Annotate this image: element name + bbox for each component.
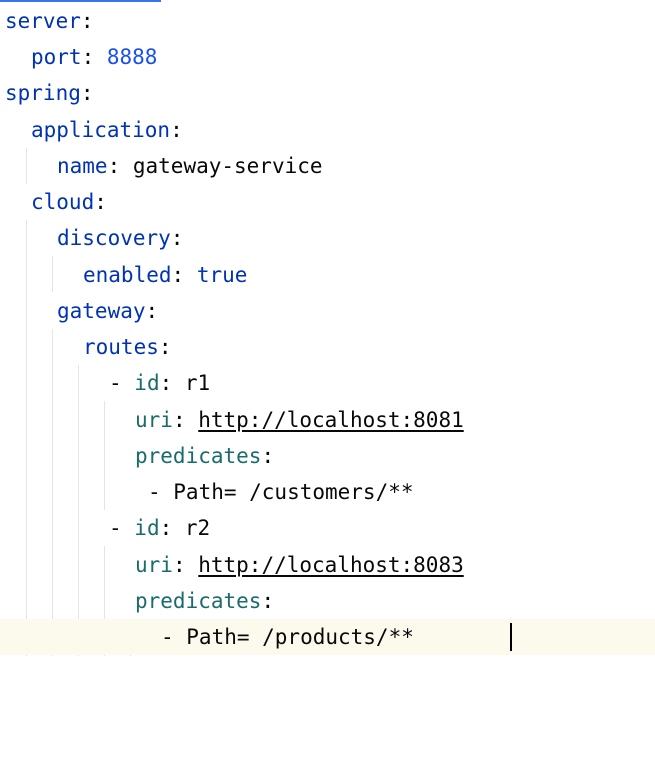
url-link[interactable]: http://localhost:8083 bbox=[198, 553, 464, 577]
yaml-key: predicates bbox=[135, 444, 262, 468]
url-link[interactable]: http://localhost:8081 bbox=[198, 408, 464, 432]
yaml-list-value: - Path= /products/** bbox=[161, 625, 414, 649]
code-line[interactable]: spring: bbox=[0, 75, 655, 111]
yaml-separator: : bbox=[170, 118, 183, 142]
yaml-key: id bbox=[134, 371, 160, 395]
code-line[interactable]: routes: bbox=[0, 329, 655, 365]
yaml-key: application bbox=[31, 118, 171, 142]
code-line[interactable]: predicates: bbox=[0, 583, 655, 619]
code-line[interactable]: gateway: bbox=[0, 293, 655, 329]
yaml-key: uri bbox=[135, 408, 173, 432]
current-code-line[interactable]: - Path= /products/** bbox=[0, 619, 655, 655]
yaml-key: server bbox=[5, 9, 81, 33]
yaml-separator: : bbox=[261, 444, 275, 468]
yaml-key: gateway bbox=[57, 299, 146, 323]
yaml-separator: : bbox=[80, 9, 94, 33]
yaml-separator: : bbox=[81, 45, 107, 69]
yaml-string-value: r2 bbox=[184, 516, 211, 540]
yaml-boolean-value: true bbox=[196, 263, 248, 287]
yaml-key: id bbox=[134, 516, 160, 540]
yaml-key: port bbox=[31, 45, 82, 69]
yaml-separator: : bbox=[80, 81, 94, 105]
yaml-separator: : bbox=[170, 226, 184, 250]
code-editor[interactable]: server: port: 8888 spring: application: … bbox=[0, 0, 655, 693]
yaml-separator: : bbox=[145, 299, 159, 323]
yaml-separator: : bbox=[158, 335, 172, 359]
code-line[interactable]: - id: r1 bbox=[0, 365, 655, 401]
yaml-list-value: - Path= /customers/** bbox=[148, 480, 414, 504]
code-line[interactable]: enabled: true bbox=[0, 257, 655, 293]
yaml-separator: : bbox=[172, 553, 199, 577]
code-line[interactable]: port: 8888 bbox=[0, 39, 655, 75]
code-line[interactable]: discovery: bbox=[0, 220, 655, 256]
code-line[interactable]: uri: http://localhost:8081 bbox=[0, 402, 655, 438]
text-cursor bbox=[510, 623, 512, 651]
yaml-separator: : bbox=[107, 154, 133, 178]
yaml-key: discovery bbox=[57, 226, 171, 250]
code-line[interactable]: predicates: bbox=[0, 438, 655, 474]
yaml-key: uri bbox=[135, 553, 173, 577]
code-line[interactable]: uri: http://localhost:8083 bbox=[0, 547, 655, 583]
yaml-key: predicates bbox=[135, 589, 262, 613]
yaml-separator: : bbox=[159, 516, 185, 540]
yaml-key: name bbox=[57, 154, 108, 178]
yaml-key: enabled bbox=[83, 263, 172, 287]
code-line[interactable]: server: bbox=[0, 3, 655, 39]
yaml-separator: : bbox=[261, 589, 275, 613]
yaml-separator: : bbox=[159, 371, 185, 395]
code-line[interactable]: application: bbox=[0, 112, 655, 148]
yaml-key: spring bbox=[5, 81, 81, 105]
yaml-key: routes bbox=[83, 335, 159, 359]
yaml-string-value: r1 bbox=[184, 371, 211, 395]
yaml-list-dash: - bbox=[109, 371, 135, 395]
yaml-separator: : bbox=[94, 190, 107, 214]
yaml-string-value: gateway-service bbox=[132, 154, 323, 178]
code-line[interactable]: - id: r2 bbox=[0, 510, 655, 546]
yaml-key: cloud bbox=[31, 190, 95, 214]
yaml-list-dash: - bbox=[109, 516, 135, 540]
code-line[interactable]: - Path= /customers/** bbox=[0, 474, 655, 510]
yaml-separator: : bbox=[171, 263, 197, 287]
code-line[interactable]: name: gateway-service bbox=[0, 148, 655, 184]
code-line[interactable]: cloud: bbox=[0, 184, 655, 220]
yaml-number-value: 8888 bbox=[106, 45, 158, 69]
yaml-separator: : bbox=[172, 408, 199, 432]
